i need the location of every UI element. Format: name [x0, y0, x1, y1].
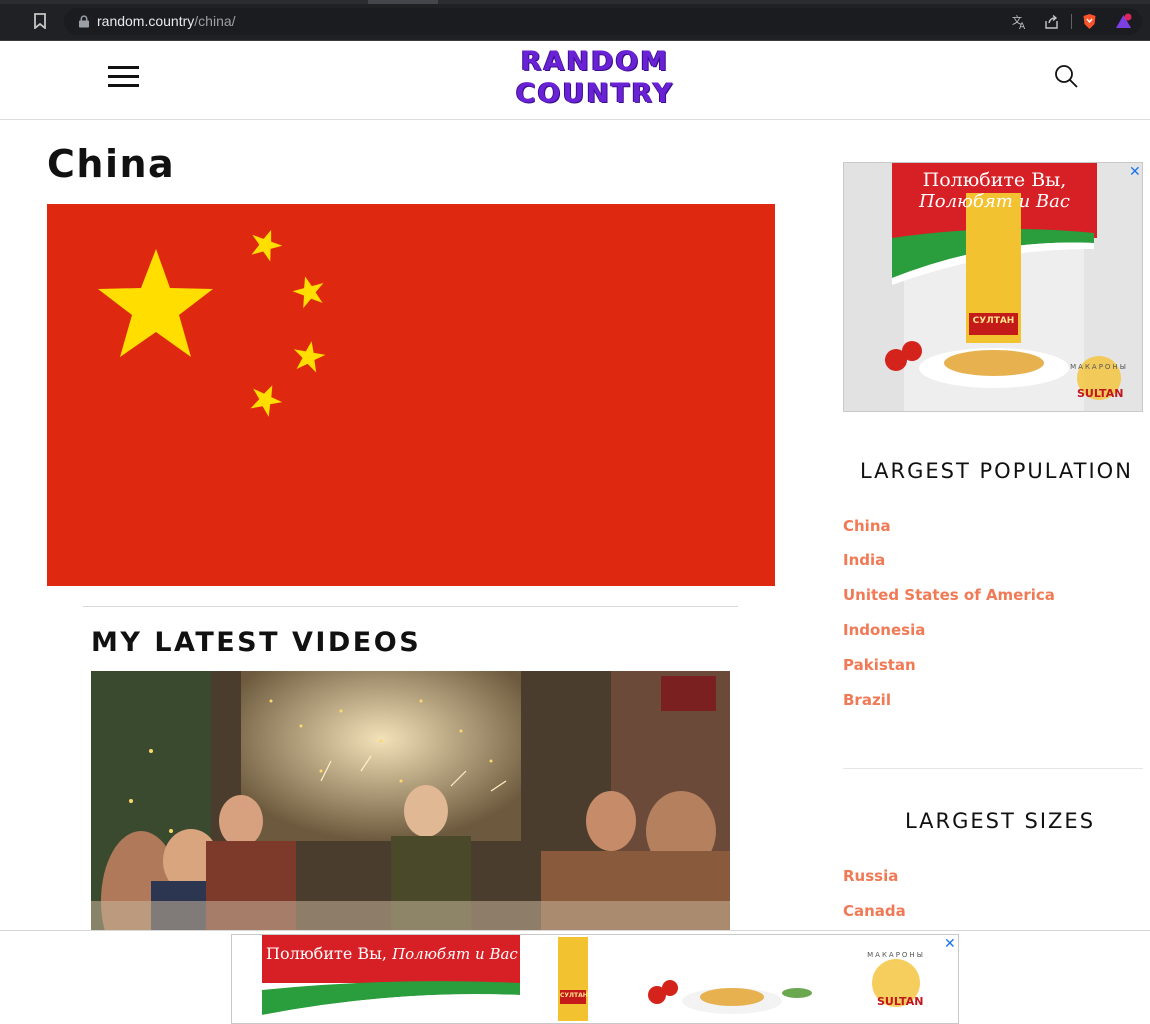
share-icon[interactable]: [1043, 13, 1060, 30]
bottom-ad-arc-text: МАКАРОНЫ: [867, 951, 925, 959]
population-link-india[interactable]: India: [843, 551, 885, 569]
logo-line1: RANDOM: [520, 46, 670, 77]
url-path: /china/: [194, 13, 236, 29]
sidebar-ad-brand: SULTAN: [1077, 387, 1124, 400]
bottom-ad-text: Полюбите Вы, Полюбят и Вас: [266, 944, 526, 963]
largest-sizes-title: LARGEST SIZES: [905, 809, 1096, 833]
search-icon[interactable]: [1053, 63, 1079, 89]
bottom-ad-bar: Полюбите Вы, Полюбят и Вас СУЛТАН МАКАРО…: [0, 930, 1150, 1024]
bottom-ad-brand: SULTAN: [877, 995, 924, 1008]
videos-heading: MY LATEST VIDEOS: [91, 627, 422, 658]
size-link-canada[interactable]: Canada: [843, 902, 906, 920]
population-link-china[interactable]: China: [843, 517, 891, 535]
tab-strip: [0, 0, 1150, 4]
bottom-ad-package-label: СУЛТАН: [560, 992, 588, 999]
logo-line2: COUNTRY: [515, 78, 675, 109]
bookmark-icon[interactable]: [33, 13, 47, 29]
menu-icon[interactable]: [108, 66, 139, 88]
bottom-ad[interactable]: Полюбите Вы, Полюбят и Вас СУЛТАН МАКАРО…: [231, 934, 959, 1024]
sidebar-ad[interactable]: Полюбите Вы, Полюбят и Вас СУЛТАН МАКАРО…: [843, 162, 1143, 412]
sidebar-ad-line1: Полюбите Вы,: [922, 169, 1067, 191]
bottom-ad-line1: Полюбите Вы,: [266, 944, 387, 963]
translate-icon[interactable]: 文 A: [1011, 13, 1028, 30]
population-link-pakistan[interactable]: Pakistan: [843, 656, 916, 674]
sidebar-ad-text: Полюбите Вы, Полюбят и Вас: [892, 169, 1097, 213]
brave-rewards-icon[interactable]: [1115, 13, 1132, 30]
site-logo[interactable]: RANDOM COUNTRY: [515, 43, 675, 113]
lock-icon: [79, 15, 89, 28]
site-header: RANDOM COUNTRY: [0, 41, 1150, 120]
url-domain: random.country: [97, 13, 195, 29]
largest-population-title: LARGEST POPULATION: [860, 459, 1133, 483]
close-icon[interactable]: ✕: [1129, 165, 1141, 179]
bottom-ad-line2: Полюбят и Вас: [392, 945, 518, 963]
sidebar-ad-line2: Полюбят и Вас: [919, 191, 1070, 212]
china-flag-image: [47, 204, 775, 586]
toolbar-separator: [1071, 14, 1072, 29]
population-link-indonesia[interactable]: Indonesia: [843, 621, 925, 639]
sidebar-ad-package-label: СУЛТАН: [972, 316, 1015, 326]
active-tab[interactable]: [368, 0, 438, 4]
sidebar-ad-arc-text: МАКАРОНЫ: [1070, 363, 1128, 371]
url-text[interactable]: random.country/china/: [97, 13, 236, 29]
page-title: China: [47, 142, 176, 186]
sidebar-divider: [843, 768, 1143, 769]
size-link-russia[interactable]: Russia: [843, 867, 898, 885]
address-bar[interactable]: random.country/china/ 文 A: [64, 8, 1142, 35]
population-link-brazil[interactable]: Brazil: [843, 691, 891, 709]
brave-shield-icon[interactable]: [1081, 13, 1098, 30]
close-icon[interactable]: ✕: [944, 937, 956, 951]
svg-text:A: A: [1019, 22, 1026, 30]
browser-toolbar: random.country/china/ 文 A: [0, 0, 1150, 41]
population-link-usa[interactable]: United States of America: [843, 586, 1055, 604]
content-divider: [83, 606, 738, 607]
video-player[interactable]: [91, 671, 730, 969]
